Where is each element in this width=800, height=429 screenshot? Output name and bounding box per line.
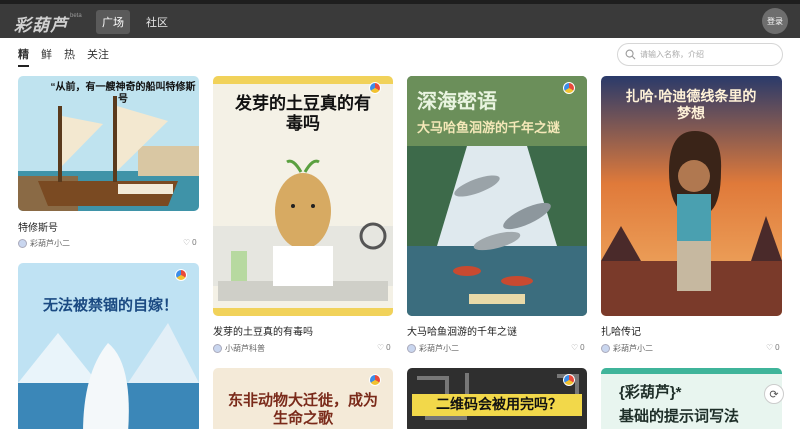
like-count: 0 bbox=[580, 343, 585, 352]
avatar bbox=[407, 344, 416, 353]
like-count: 0 bbox=[386, 343, 391, 352]
card-image-prompt[interactable]: {彩葫芦}* 基础的提示词写法 bbox=[601, 368, 782, 429]
card-overlay-title: 扎哈·哈迪德线条里的梦想 bbox=[625, 88, 757, 121]
like-button[interactable]: ♡ 0 bbox=[183, 238, 197, 247]
card-overlay-title: {彩葫芦}* bbox=[619, 384, 682, 401]
card-overlay-title: 东非动物大迁徙，成为生命之歌 bbox=[227, 392, 378, 427]
card-image-qrcode[interactable]: 二维码会被用完吗？ bbox=[407, 368, 587, 429]
heart-icon: ♡ bbox=[571, 343, 579, 352]
like-count: 0 bbox=[775, 343, 780, 352]
card-overlay-title: 发芽的土豆真的有毒吗 bbox=[235, 94, 371, 134]
search-box bbox=[617, 43, 783, 66]
card-image-migration[interactable]: 东非动物大迁徙，成为生命之歌 bbox=[213, 368, 393, 429]
card-overlay-title: “从前，有一艘神奇的船叫特修斯号 bbox=[50, 82, 196, 105]
colorful-badge-icon bbox=[369, 82, 381, 94]
nav-item-community[interactable]: 社区 bbox=[140, 10, 174, 34]
tab-curated[interactable]: 精 bbox=[18, 46, 29, 67]
card-title[interactable]: 大马哈鱼洄游的千年之谜 bbox=[407, 323, 517, 338]
heart-icon: ♡ bbox=[377, 343, 385, 352]
top-bar: 彩葫芦 beta 广场 社区 登录 bbox=[0, 0, 800, 38]
card-author[interactable]: 彩葫芦小二 bbox=[407, 343, 459, 354]
heart-icon: ♡ bbox=[183, 238, 191, 247]
search-icon bbox=[625, 49, 636, 60]
whale-illustration bbox=[18, 263, 199, 429]
avatar bbox=[213, 344, 222, 353]
author-name: 彩葫芦小二 bbox=[30, 239, 70, 248]
card-title[interactable]: 发芽的土豆真的有毒吗 bbox=[213, 323, 313, 338]
feed-tabs: 精 鲜 热 关注 bbox=[18, 46, 109, 67]
card-overlay-title: 二维码会被用完吗？ bbox=[436, 396, 562, 412]
tab-hot[interactable]: 热 bbox=[64, 46, 75, 67]
ship-nameplate bbox=[118, 184, 173, 194]
card-overlay-subtitle: 大马哈鱼洄游的千年之谜 bbox=[417, 120, 561, 135]
card-overlay-title: 无法被禁锢的自嫁！ bbox=[42, 297, 178, 314]
card-title[interactable]: 特修斯号 bbox=[18, 219, 58, 234]
tab-fresh[interactable]: 鲜 bbox=[41, 46, 52, 67]
avatar bbox=[18, 239, 27, 248]
colorful-badge-icon bbox=[175, 269, 187, 281]
card-title[interactable]: 扎哈传记 bbox=[601, 323, 641, 338]
author-name: 彩葫芦小二 bbox=[613, 344, 653, 353]
colorful-badge-icon bbox=[563, 82, 575, 94]
author-name: 小葫芦科普 bbox=[225, 344, 265, 353]
logo-beta: beta bbox=[70, 13, 82, 19]
search-input[interactable] bbox=[640, 50, 770, 59]
card-image-salmon[interactable]: 深海密语 大马哈鱼洄游的千年之谜 bbox=[407, 76, 587, 316]
nav-item-square[interactable]: 广场 bbox=[96, 10, 130, 34]
author-name: 彩葫芦小二 bbox=[419, 344, 459, 353]
avatar bbox=[601, 344, 610, 353]
colorful-badge-icon bbox=[369, 374, 381, 386]
card-image-whale[interactable]: 无法被禁锢的自嫁！ bbox=[18, 263, 199, 429]
card-author[interactable]: 彩葫芦小二 bbox=[18, 238, 70, 249]
login-button[interactable]: 登录 bbox=[762, 8, 788, 34]
like-count: 0 bbox=[192, 238, 197, 247]
like-button[interactable]: ♡ 0 bbox=[766, 343, 780, 352]
card-image-zaha[interactable]: 扎哈·哈迪德线条里的梦想 bbox=[601, 76, 782, 316]
refresh-icon[interactable]: ⟳ bbox=[764, 384, 784, 404]
card-image-ship[interactable]: “从前，有一艘神奇的船叫特修斯号 bbox=[18, 76, 199, 211]
logo[interactable]: 彩葫芦 beta bbox=[14, 11, 82, 36]
colorful-badge-icon bbox=[563, 374, 575, 386]
card-overlay-title: 深海密语 bbox=[417, 91, 497, 113]
main-nav: 广场 社区 bbox=[96, 10, 174, 34]
card-author[interactable]: 小葫芦科普 bbox=[213, 343, 265, 354]
like-button[interactable]: ♡ 0 bbox=[571, 343, 585, 352]
card-author[interactable]: 彩葫芦小二 bbox=[601, 343, 653, 354]
card-overlay-subtitle: 基础的提示词写法 bbox=[619, 408, 740, 425]
tab-following[interactable]: 关注 bbox=[87, 46, 109, 67]
like-button[interactable]: ♡ 0 bbox=[377, 343, 391, 352]
heart-icon: ♡ bbox=[766, 343, 774, 352]
card-image-potato[interactable]: 发芽的土豆真的有毒吗 bbox=[213, 76, 393, 316]
logo-text: 彩葫芦 bbox=[14, 16, 68, 35]
